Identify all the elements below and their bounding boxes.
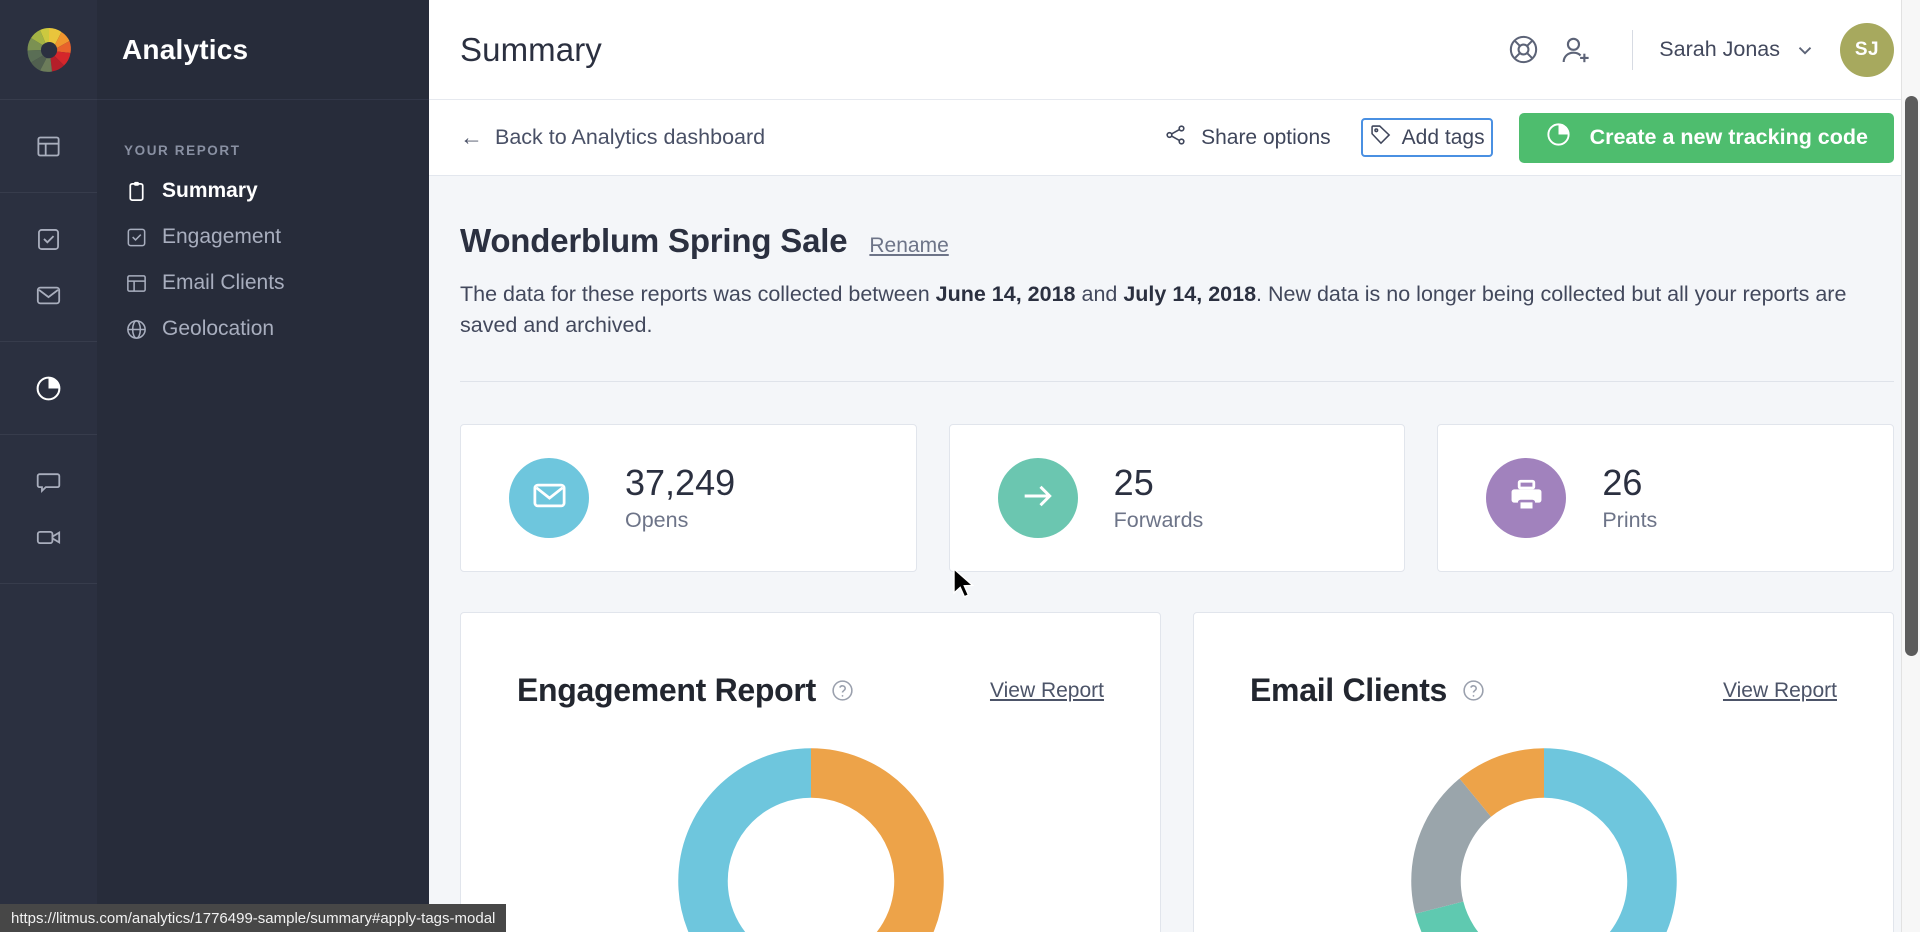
metric-icon-circle	[1486, 458, 1567, 539]
nav-section-label: YOUR REPORT	[124, 143, 241, 158]
metric-card-opens[interactable]: 37,249 Opens	[460, 424, 917, 573]
chevron-down-icon[interactable]	[1794, 39, 1816, 61]
create-tracking-code-label: Create a new tracking code	[1589, 125, 1868, 149]
report-description: The data for these reports was collected…	[460, 279, 1894, 340]
end-date: July 14, 2018	[1123, 282, 1257, 306]
printer-icon	[1507, 476, 1546, 520]
video-camera-icon[interactable]	[21, 509, 77, 565]
report-header: Wonderblum Spring Sale Rename	[460, 176, 1894, 260]
litmus-color-wheel-logo-icon	[26, 27, 71, 72]
globe-icon	[124, 317, 148, 341]
sidebar-item-email-clients[interactable]: Email Clients	[97, 260, 429, 306]
icon-rail	[0, 0, 97, 932]
metric-label: Opens	[625, 508, 689, 533]
panel-engagement-report: Engagement Report View Report	[460, 612, 1161, 932]
question-circle-icon[interactable]	[830, 678, 855, 703]
desc-part-2: and	[1075, 282, 1124, 306]
add-tags-button[interactable]: Add tags	[1360, 118, 1493, 157]
envelope-icon	[530, 476, 569, 520]
donut-chart-svg	[1410, 748, 1677, 932]
rail-group-4	[0, 435, 97, 584]
speech-bubble-icon[interactable]	[21, 453, 77, 509]
donut-chart-svg	[677, 748, 944, 932]
email-clients-donut-chart	[1194, 731, 1893, 932]
clipboard-icon	[124, 179, 148, 203]
engagement-donut-chart	[461, 731, 1160, 932]
panel-header: Email Clients View Report	[1194, 613, 1893, 709]
panel-email-clients: Email Clients View Report	[1193, 612, 1894, 932]
metric-card-row: 37,249 Opens 25 Forwards 26 Prints	[460, 424, 1895, 573]
layout-icon	[124, 271, 148, 295]
metric-label: Forwards	[1113, 508, 1204, 533]
create-tracking-code-button[interactable]: Create a new tracking code	[1518, 112, 1894, 163]
rail-group-1	[0, 100, 97, 193]
rail-group-3	[0, 342, 97, 435]
panel-title: Engagement Report	[517, 672, 816, 709]
header-divider	[1632, 29, 1634, 70]
panel-title: Email Clients	[1250, 672, 1448, 709]
nav-panel: Analytics YOUR REPORT Summary Engagement	[97, 0, 429, 932]
action-bar: ← Back to Analytics dashboard Share opti…	[429, 100, 1920, 176]
rail-group-2	[0, 193, 97, 342]
brand-logo[interactable]	[0, 0, 97, 100]
status-bar-url: https://litmus.com/analytics/1776499-sam…	[0, 904, 507, 932]
scrollbar-thumb[interactable]	[1905, 96, 1918, 656]
desc-part-1: The data for these reports was collected…	[460, 282, 936, 306]
metric-card-forwards[interactable]: 25 Forwards	[948, 424, 1406, 573]
sidebar-item-geolocation[interactable]: Geolocation	[97, 306, 429, 352]
add-tags-label: Add tags	[1401, 125, 1485, 149]
envelope-icon[interactable]	[21, 267, 77, 323]
checklist-icon[interactable]	[21, 211, 77, 267]
report-panel-row: Engagement Report View Report Email Clie…	[460, 612, 1894, 932]
page-title: Summary	[460, 30, 602, 68]
view-report-link[interactable]: View Report	[990, 679, 1104, 703]
sidebar-item-label: Summary	[162, 179, 258, 202]
metric-icon-circle	[509, 458, 589, 539]
panel-header: Engagement Report View Report	[461, 613, 1160, 709]
arrow-left-icon: ←	[460, 124, 483, 150]
arrow-right-icon	[1018, 476, 1058, 521]
metric-card-prints[interactable]: 26 Prints	[1437, 424, 1895, 573]
app-root: Analytics YOUR REPORT Summary Engagement	[0, 0, 1920, 932]
metric-value: 25	[1113, 461, 1154, 503]
metric-text: 26 Prints	[1602, 461, 1658, 533]
metric-text: 37,249 Opens	[625, 461, 736, 533]
pie-chart-icon[interactable]	[21, 360, 77, 416]
user-name[interactable]: Sarah Jonas	[1659, 37, 1780, 62]
view-report-link[interactable]: View Report	[1723, 679, 1837, 703]
main-area: Summary Sarah Jonas SJ ← Back to Analyti…	[429, 0, 1920, 932]
share-options-button[interactable]: Share options	[1164, 123, 1331, 153]
sidebar-item-label: Geolocation	[162, 317, 275, 340]
metric-value: 37,249	[625, 461, 736, 503]
avatar[interactable]: SJ	[1840, 22, 1894, 77]
checkbox-icon	[124, 225, 148, 249]
brand-name: Analytics	[97, 0, 429, 100]
share-nodes-icon	[1164, 123, 1188, 153]
report-name: Wonderblum Spring Sale	[460, 222, 848, 259]
back-link-label: Back to Analytics dashboard	[495, 125, 766, 149]
start-date: June 14, 2018	[935, 282, 1076, 306]
tag-icon	[1369, 123, 1392, 152]
sidebar-item-label: Email Clients	[162, 271, 285, 294]
sidebar-item-engagement[interactable]: Engagement	[97, 214, 429, 260]
sidebar-item-summary[interactable]: Summary	[97, 168, 429, 214]
content-area: Wonderblum Spring Sale Rename The data f…	[429, 176, 1920, 932]
back-to-dashboard-link[interactable]: ← Back to Analytics dashboard	[460, 125, 765, 150]
page-scrollbar[interactable]	[1901, 0, 1920, 932]
question-circle-icon[interactable]	[1461, 678, 1486, 703]
metric-label: Prints	[1602, 508, 1658, 533]
metric-icon-circle	[997, 458, 1078, 539]
lifebuoy-icon[interactable]	[1500, 27, 1546, 73]
sidebar-item-label: Engagement	[162, 225, 282, 248]
dashboard-layout-icon[interactable]	[21, 118, 77, 174]
metric-text: 25 Forwards	[1113, 461, 1204, 533]
share-options-label: Share options	[1201, 125, 1331, 149]
top-bar: Summary Sarah Jonas SJ	[429, 0, 1920, 100]
rename-link[interactable]: Rename	[869, 234, 948, 258]
section-divider	[460, 381, 1894, 383]
metric-value: 26	[1602, 461, 1643, 503]
pie-chart-icon	[1545, 121, 1572, 154]
add-user-icon[interactable]	[1554, 27, 1600, 73]
